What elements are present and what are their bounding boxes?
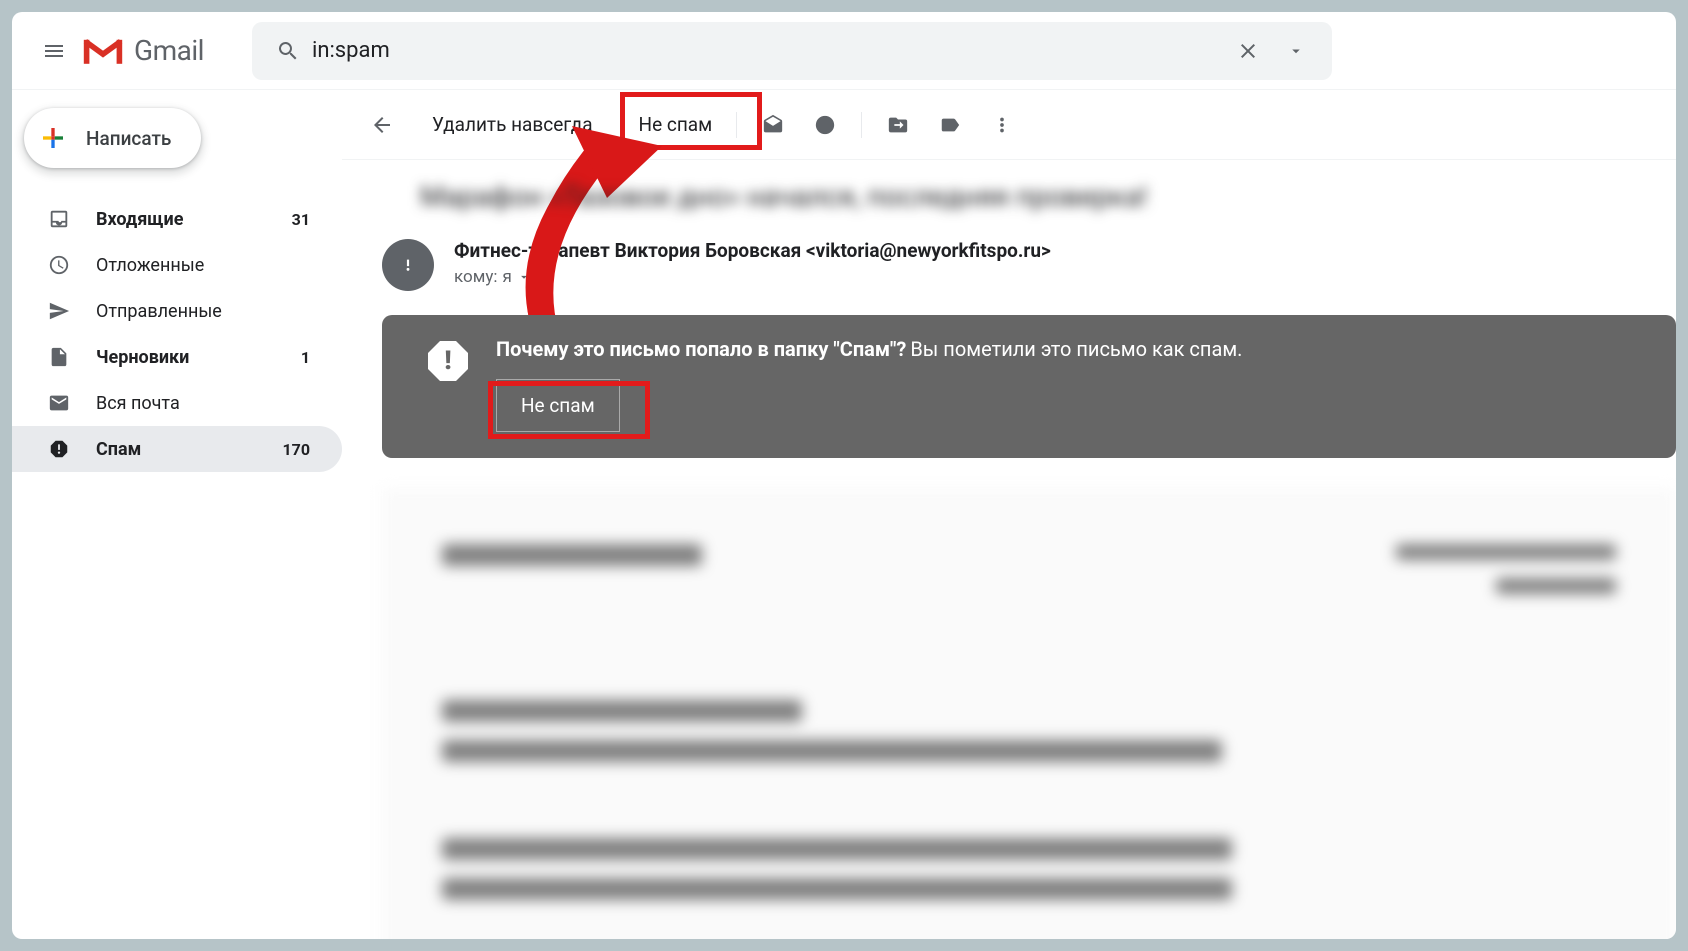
mail-open-icon [762,114,784,136]
snooze-button[interactable] [799,99,851,151]
plus-icon [38,123,68,153]
sender-row: Фитнес-терапевт Виктория Боровская <vikt… [382,239,1676,291]
nav-count: 1 [301,348,310,367]
brand-text: Gmail [134,34,204,67]
nav-label: Отправленные [96,301,310,322]
spam-icon [46,436,72,462]
nav-inbox[interactable]: Входящие 31 [12,196,342,242]
brand-logo[interactable]: Gmail [82,34,204,67]
app-frame: Gmail [12,12,1676,939]
header: Gmail [12,12,1676,90]
recipient-prefix: кому: [454,267,497,287]
body: Написать Входящие 31 Отложенные Отправле… [12,90,1676,939]
nav-label: Входящие [96,209,292,230]
sender-avatar [382,239,434,291]
clock-icon [814,114,836,136]
recipient-name: я [502,267,511,287]
email-body-blurred [382,488,1676,939]
compose-label: Написать [86,127,171,150]
close-icon [1236,39,1260,63]
nav-count: 31 [292,210,310,229]
mail-icon [46,390,72,416]
nav-label: Вся почта [96,393,310,414]
sidebar: Написать Входящие 31 Отложенные Отправле… [12,90,342,939]
hamburger-icon [42,39,66,63]
nav-spam[interactable]: Спам 170 [12,426,342,472]
spam-question: Почему это письмо попало в папку "Спам"? [496,337,906,361]
draft-icon [46,344,72,370]
nav-label: Отложенные [96,255,310,276]
more-button[interactable] [976,99,1028,151]
annotation-highlight-box [488,381,650,439]
nav-allmail[interactable]: Вся почта [12,380,342,426]
nav-snoozed[interactable]: Отложенные [12,242,342,288]
main-menu-button[interactable] [30,27,78,75]
nav-label: Спам [96,439,282,460]
search-options-button[interactable] [1272,27,1320,75]
inbox-icon [46,206,72,232]
delete-forever-button[interactable]: Удалить навсегда [418,104,607,146]
move-to-button[interactable] [872,99,924,151]
nav-count: 170 [282,440,310,459]
subject-line: Марафон «Тазовое дно» начался, последняя… [382,180,1676,213]
caret-down-icon [1287,42,1305,60]
toolbar-separator [861,112,862,138]
nav-sent[interactable]: Отправленные [12,288,342,334]
spam-answer: Вы пометили это письмо как спам. [910,337,1242,361]
nav-drafts[interactable]: Черновики 1 [12,334,342,380]
nav-list: Входящие 31 Отложенные Отправленные Черн… [12,196,342,472]
send-icon [46,298,72,324]
toolbar: Удалить навсегда Не спам [342,90,1676,160]
caret-down-icon [517,270,531,284]
annotation-highlight-box [620,92,762,150]
search-bar[interactable] [252,22,1332,80]
more-vert-icon [991,114,1013,136]
search-icon [264,39,312,63]
label-icon [939,114,961,136]
labels-button[interactable] [924,99,976,151]
spam-explanation-banner: ! Почему это письмо попало в папку "Спам… [382,315,1676,458]
nav-label: Черновики [96,347,301,368]
clock-icon [46,252,72,278]
folder-move-icon [887,114,909,136]
back-button[interactable] [356,99,408,151]
warning-octagon-icon: ! [428,341,468,381]
message-area: Марафон «Тазовое дно» начался, последняя… [342,160,1676,939]
clear-search-button[interactable] [1224,27,1272,75]
recipient-dropdown[interactable]: кому: я [454,267,1051,287]
content: Удалить навсегда Не спам [342,90,1676,939]
gmail-icon [82,35,124,67]
spam-badge-icon [395,252,421,278]
arrow-back-icon [370,113,394,137]
search-input[interactable] [312,38,1224,63]
sender-name: Фитнес-терапевт Виктория Боровская <vikt… [454,239,1051,262]
compose-button[interactable]: Написать [24,108,201,168]
